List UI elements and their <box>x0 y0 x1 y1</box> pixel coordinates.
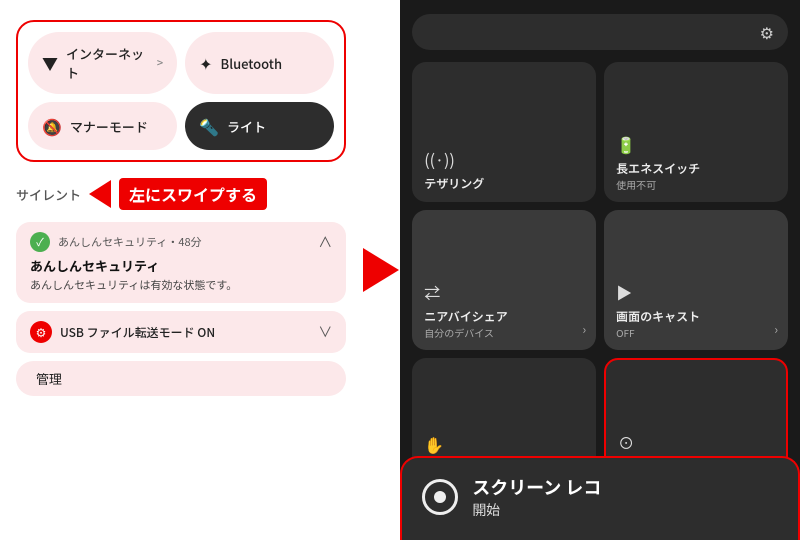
chevron-down-icon: ∨ <box>318 322 332 342</box>
tethering-icon: ((·)) <box>424 147 584 171</box>
usb-label: USB ファイル転送モード ON <box>60 324 215 341</box>
nearby-label: ニアバイシェア <box>424 308 584 325</box>
shield-icon: ✓ <box>30 232 50 252</box>
cast-chevron-icon: › <box>774 321 778 338</box>
quick-tiles-grid: ((·)) テザリング 🔋 長エネスイッチ 使用不可 ⇄ ニアバイシェア 自分の… <box>412 62 788 502</box>
bluetooth-icon: ✦ <box>199 51 212 75</box>
usb-section[interactable]: ⚙ USB ファイル転送モード ON ∨ <box>16 311 346 353</box>
cast-sub: OFF <box>616 325 776 340</box>
internet-tile[interactable]: ▼ インターネット > <box>28 32 177 94</box>
notif-title: あんしんセキュリティ <box>30 256 332 275</box>
left-panel: ▼ インターネット > ✦ Bluetooth 🔕 マナーモード 🔦 ライト <box>0 0 362 540</box>
battery-icon: 🔋 <box>616 132 776 156</box>
search-bar: ⚙ <box>412 14 788 50</box>
swipe-hint-row: サイレント 左にスワイプする <box>16 178 346 210</box>
right-arrow-icon <box>363 248 399 292</box>
nearby-chevron-icon: › <box>582 321 586 338</box>
notif-header: ✓ あんしんセキュリティ・48分 ∧ <box>30 232 332 252</box>
swipe-label: 左にスワイプする <box>119 178 267 210</box>
panel-divider <box>362 0 400 540</box>
notif-sub: あんしんセキュリティ・48分 <box>58 234 202 250</box>
cast-icon: ▶ <box>616 280 776 304</box>
notif-title-row: ✓ あんしんセキュリティ・48分 <box>30 232 202 252</box>
cast-label: 画面のキャスト <box>616 308 776 325</box>
internet-label: インターネット <box>66 44 149 82</box>
flashlight-label: ライト <box>227 117 266 136</box>
screen-record-popup-title: スクリーン レコ <box>472 474 601 500</box>
quick-settings-box: ▼ インターネット > ✦ Bluetooth 🔕 マナーモード 🔦 ライト <box>16 20 346 162</box>
silent-tile[interactable]: 🔕 マナーモード <box>28 102 177 150</box>
left-arrow-icon <box>89 180 111 208</box>
gear-icon: ⚙ <box>30 321 52 343</box>
manage-button[interactable]: 管理 <box>16 361 346 396</box>
right-panel: ⚙ ((·)) テザリング 🔋 長エネスイッチ 使用不可 ⇄ ニアバイシェア 自… <box>400 0 800 540</box>
screen-record-popup-icon <box>422 479 458 515</box>
bluetooth-tile[interactable]: ✦ Bluetooth <box>185 32 334 94</box>
internet-chevron: > <box>157 55 163 71</box>
bluetooth-label: Bluetooth <box>221 54 283 73</box>
glove-icon: ✋ <box>424 432 584 456</box>
nearby-sub: 自分のデバイス <box>424 325 584 340</box>
tethering-label: テザリング <box>424 175 584 192</box>
chevron-up-icon: ∧ <box>318 232 332 252</box>
cast-tile[interactable]: ▶ 画面のキャスト OFF › <box>604 210 788 350</box>
mute-icon: 🔕 <box>42 114 62 138</box>
notif-body: あんしんセキュリティは有効な状態です。 <box>30 277 332 293</box>
main-container: ▼ インターネット > ✦ Bluetooth 🔕 マナーモード 🔦 ライト <box>0 0 800 540</box>
flashlight-tile[interactable]: 🔦 ライト <box>185 102 334 150</box>
silent-text: サイレント <box>16 185 81 204</box>
flashlight-icon: 🔦 <box>199 114 219 138</box>
security-notification[interactable]: ✓ あんしんセキュリティ・48分 ∧ あんしんセキュリティ あんしんセキュリティ… <box>16 222 346 303</box>
battery-label: 長エネスイッチ <box>616 160 776 177</box>
battery-saver-tile[interactable]: 🔋 長エネスイッチ 使用不可 <box>604 62 788 202</box>
nearby-icon: ⇄ <box>424 280 584 304</box>
screen-record-popup[interactable]: スクリーン レコ 開始 <box>400 456 800 540</box>
settings-gear-icon[interactable]: ⚙ <box>760 20 774 44</box>
screen-record-text: スクリーン レコ 開始 <box>472 474 601 520</box>
usb-left: ⚙ USB ファイル転送モード ON <box>30 321 215 343</box>
silent-label: マナーモード <box>70 117 148 136</box>
screen-record-popup-sub: 開始 <box>472 500 601 520</box>
qs-row-1: ▼ インターネット > ✦ Bluetooth <box>28 32 334 94</box>
qs-row-2: 🔕 マナーモード 🔦 ライト <box>28 102 334 150</box>
battery-sub: 使用不可 <box>616 177 776 192</box>
wifi-icon: ▼ <box>42 51 58 75</box>
screen-record-tile-icon: ⊙ <box>618 430 774 454</box>
tethering-tile[interactable]: ((·)) テザリング <box>412 62 596 202</box>
nearby-share-tile[interactable]: ⇄ ニアバイシェア 自分のデバイス › <box>412 210 596 350</box>
